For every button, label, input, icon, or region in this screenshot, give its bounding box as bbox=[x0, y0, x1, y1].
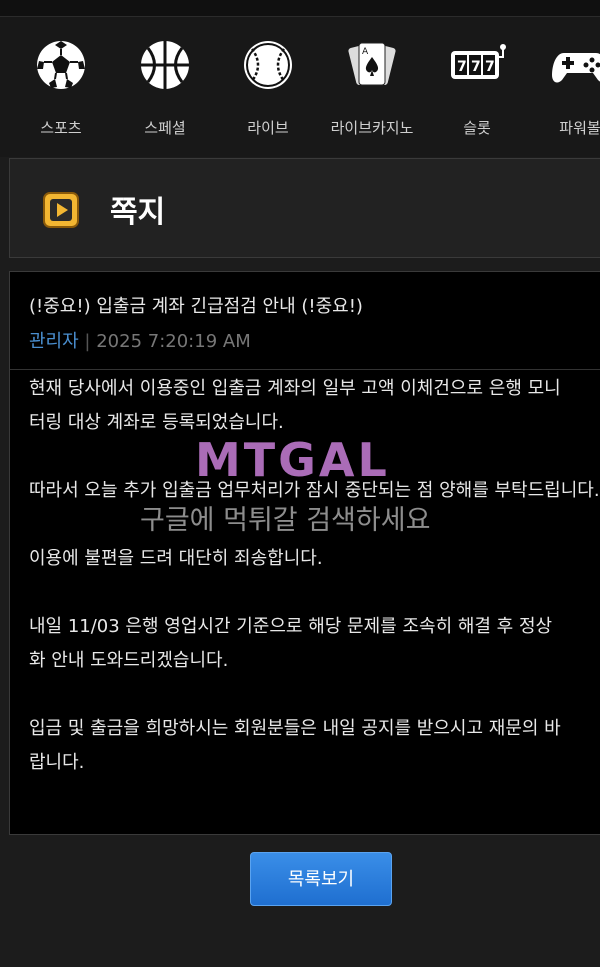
nav-item-powerball[interactable]: 파워볼 bbox=[528, 35, 600, 138]
message-line: 터링 대상 계좌로 등록되었습니다. bbox=[29, 412, 284, 433]
basketball-icon bbox=[141, 41, 189, 89]
svg-text:7: 7 bbox=[457, 59, 467, 75]
message-line: 랍니다. bbox=[29, 752, 85, 773]
svg-text:A: A bbox=[362, 47, 369, 57]
nav-item-label: 라이브카지노 bbox=[330, 119, 414, 137]
page-title: 쪽지 bbox=[110, 195, 166, 230]
gamepad-icon bbox=[552, 53, 600, 83]
meta-separator: | bbox=[84, 331, 91, 352]
page-header: 쪽지 bbox=[9, 158, 600, 258]
top-bar bbox=[0, 0, 600, 17]
message-paragraph: 현재 당사에서 이용중인 입출금 계좌의 일부 고액 이체건으로 은행 모니 터… bbox=[29, 372, 600, 440]
message-date: 2025 7:20:19 AM bbox=[96, 331, 251, 352]
soccer-ball-icon bbox=[37, 41, 85, 89]
nav-item-slot[interactable]: 7 7 7 슬롯 bbox=[425, 35, 529, 138]
message-title: (!중요!) 입출금 계좌 긴급점검 안내 (!중요!) bbox=[29, 296, 363, 317]
nav-item-label: 슬롯 bbox=[463, 119, 491, 137]
svg-text:7: 7 bbox=[485, 59, 495, 75]
message-header: (!중요!) 입출금 계좌 긴급점검 안내 (!중요!) 관리자 | 2025 … bbox=[10, 272, 600, 370]
baseball-icon bbox=[244, 41, 292, 89]
watermark-logo: MTGAL bbox=[195, 433, 390, 487]
list-view-button[interactable]: 목록보기 bbox=[250, 852, 392, 906]
message-line: 이용에 불편을 드려 대단히 죄송합니다. bbox=[29, 548, 323, 569]
message-line: 현재 당사에서 이용중인 입출금 계좌의 일부 고액 이체건으로 은행 모니 bbox=[29, 378, 561, 399]
playing-cards-icon: A bbox=[348, 42, 396, 86]
nav-item-sports[interactable]: 스포츠 bbox=[9, 35, 113, 138]
message-line: 내일 11/03 은행 영업시간 기준으로 해당 문제를 조속히 해결 후 정상 bbox=[29, 616, 553, 637]
message-panel: (!중요!) 입출금 계좌 긴급점검 안내 (!중요!) 관리자 | 2025 … bbox=[9, 271, 600, 835]
message-paragraph: 내일 11/03 은행 영업시간 기준으로 해당 문제를 조속히 해결 후 정상… bbox=[29, 610, 600, 678]
message-line: 화 안내 도와드리겠습니다. bbox=[29, 650, 229, 671]
nav-item-special[interactable]: 스페셜 bbox=[113, 35, 217, 138]
watermark-text: 구글에 먹튀갈 검색하세요 bbox=[140, 505, 431, 536]
nav-item-label: 파워볼 bbox=[559, 119, 600, 137]
message-line: 입금 및 출금을 희망하시는 회원분들은 내일 공지를 받으시고 재문의 바 bbox=[29, 718, 561, 739]
message-meta: 관리자 | 2025 7:20:19 AM bbox=[29, 327, 251, 353]
nav-item-live[interactable]: 라이브 bbox=[216, 35, 320, 138]
nav-item-label: 스포츠 bbox=[40, 119, 82, 137]
message-paragraph: 이용에 불편을 드려 대단히 죄송합니다. bbox=[29, 542, 600, 576]
category-nav: 스포츠 스페셜 라이브 A 라이브카지노 7 7 7 슬롯 파워볼 bbox=[0, 17, 600, 157]
nav-item-label: 라이브 bbox=[247, 119, 289, 137]
nav-item-live-casino[interactable]: A 라이브카지노 bbox=[320, 35, 424, 138]
message-paragraph: 입금 및 출금을 희망하시는 회원분들은 내일 공지를 받으시고 재문의 바 랍… bbox=[29, 712, 600, 780]
svg-text:7: 7 bbox=[471, 59, 481, 75]
slot-machine-icon: 7 7 7 bbox=[451, 44, 506, 79]
nav-item-label: 스페셜 bbox=[144, 119, 186, 137]
message-author: 관리자 bbox=[29, 331, 79, 352]
play-square-icon bbox=[43, 192, 79, 228]
